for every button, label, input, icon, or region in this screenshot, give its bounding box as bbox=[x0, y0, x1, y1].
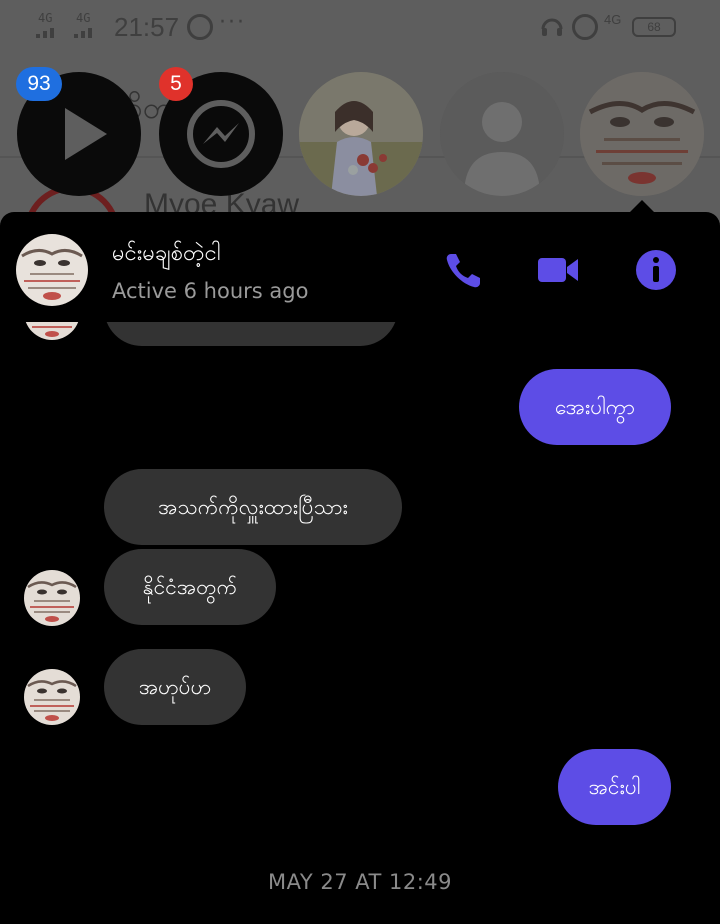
video-call-icon[interactable] bbox=[536, 248, 580, 292]
avatar-photo-text-art bbox=[580, 72, 704, 196]
signal-1-label: 4G bbox=[38, 11, 53, 25]
chat-head-default-user[interactable] bbox=[440, 72, 564, 196]
signal-2-label: 4G bbox=[76, 11, 91, 25]
default-avatar-icon bbox=[440, 72, 564, 196]
message-avatar[interactable] bbox=[24, 570, 80, 626]
more-notifications-icon: ··· bbox=[219, 10, 246, 35]
signal-bars-2-icon bbox=[74, 28, 92, 38]
chat-head-active-contact[interactable] bbox=[580, 72, 704, 196]
messenger-badge: 5 bbox=[159, 67, 193, 101]
contact-name: မင်းမချစ်တဲ့ငါ bbox=[112, 241, 221, 266]
active-head-pointer bbox=[628, 200, 656, 214]
info-icon[interactable] bbox=[634, 248, 678, 292]
message-incoming-1[interactable]: အသက်ကိုလှူးထားပြီသား bbox=[104, 469, 402, 545]
chat-panel: မင်းမချစ်တဲ့ငါ Active 6 hours ago အေးပါက… bbox=[0, 212, 720, 924]
message-avatar-image bbox=[24, 669, 80, 725]
message-outgoing-1[interactable]: အေးပါကွာ bbox=[519, 369, 671, 445]
clock: 21:57 bbox=[114, 12, 180, 42]
signal-bars-1-icon bbox=[36, 28, 54, 38]
network-type: 4G bbox=[604, 12, 622, 27]
chat-header: မင်းမချစ်တဲ့ငါ Active 6 hours ago bbox=[0, 212, 720, 322]
alarm-icon bbox=[572, 14, 598, 40]
play-badge: 93 bbox=[16, 67, 62, 101]
contact-avatar-image bbox=[16, 234, 88, 306]
active-status: Active 6 hours ago bbox=[112, 279, 309, 303]
status-bar: 4G 4G 21:57 ··· 4G 68 bbox=[0, 0, 720, 56]
message-avatar[interactable] bbox=[24, 669, 80, 725]
avatar-photo-girl bbox=[299, 72, 423, 196]
contact-avatar[interactable] bbox=[16, 234, 88, 306]
message-incoming-2[interactable]: နိုင်ငံအတွက် bbox=[104, 549, 276, 625]
voice-call-icon[interactable] bbox=[442, 248, 486, 292]
battery-level: 68 bbox=[632, 17, 676, 37]
chat-head-girl-flowers[interactable] bbox=[299, 72, 423, 196]
message-avatar-image bbox=[24, 570, 80, 626]
message-timestamp: MAY 27 AT 12:49 bbox=[267, 870, 452, 894]
headset-icon bbox=[541, 18, 563, 36]
message-outgoing-2[interactable]: အင်းပါ bbox=[558, 749, 671, 825]
message-incoming-3[interactable]: အဟုပ်ဟ bbox=[104, 649, 246, 725]
notification-icon bbox=[187, 14, 213, 40]
